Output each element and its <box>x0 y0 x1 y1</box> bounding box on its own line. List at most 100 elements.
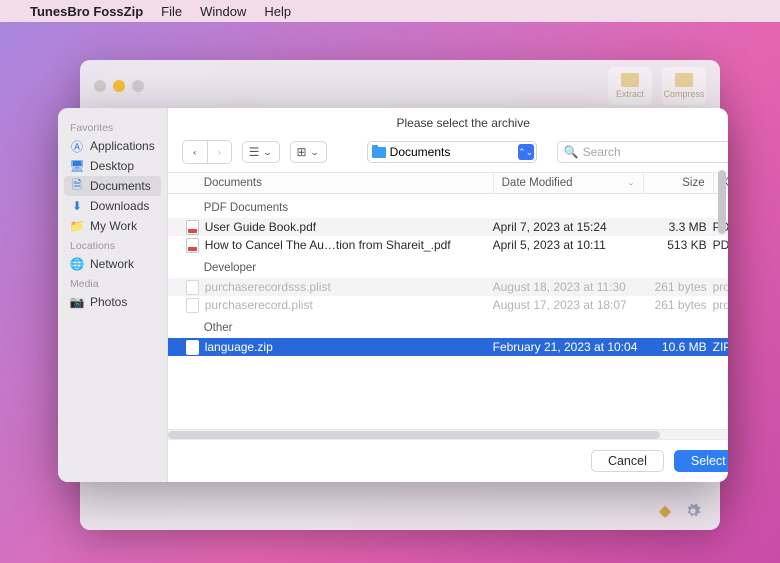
dialog-footer: Cancel Select <box>168 439 728 482</box>
file-row[interactable]: language.zip February 21, 2023 at 10:0410… <box>168 338 728 356</box>
file-zip-icon <box>186 340 199 355</box>
chevron-left-icon: ‹ <box>193 147 197 157</box>
sidebar-item-label: Network <box>90 257 134 271</box>
sidebar-item-downloads[interactable]: ⬇ Downloads <box>64 196 161 216</box>
cancel-button[interactable]: Cancel <box>591 450 664 472</box>
folder-icon: 📁 <box>70 219 84 233</box>
scroll-thumb[interactable] <box>718 170 726 234</box>
column-size[interactable]: Size <box>643 173 713 193</box>
sidebar-item-my-work[interactable]: 📁 My Work <box>64 216 161 236</box>
file-plist-icon <box>186 280 199 295</box>
file-size: 3.3 MB <box>643 220 713 234</box>
sidebar-item-label: Photos <box>90 295 127 309</box>
system-menubar: TunesBro FossZip File Window Help <box>0 0 780 22</box>
file-list[interactable]: PDF Documents User Guide Book.pdf April 7,… <box>168 194 728 439</box>
extract-button: Extract <box>608 67 652 105</box>
close-traffic-icon[interactable] <box>94 80 106 92</box>
sidebar-item-label: Documents <box>90 179 151 193</box>
column-date[interactable]: Date Modified ⌄ <box>493 173 643 193</box>
select-button[interactable]: Select <box>674 450 728 472</box>
forward-button[interactable]: › <box>207 141 231 163</box>
extract-label: Extract <box>616 89 644 99</box>
group-button[interactable]: ⊞⌄ <box>290 141 327 163</box>
sort-chevron-down-icon: ⌄ <box>627 179 635 187</box>
apps-icon: Ⓐ <box>70 139 84 153</box>
zoom-traffic-icon[interactable] <box>132 80 144 92</box>
sidebar-item-applications[interactable]: Ⓐ Applications <box>64 136 161 156</box>
group-header: Developer <box>168 254 728 278</box>
chevron-right-icon: › <box>217 147 221 157</box>
file-name: language.zip <box>205 340 273 354</box>
list-header: Documents Date Modified⌄ Size Kind <box>168 172 728 194</box>
group-header: Other <box>168 314 728 338</box>
sidebar-item-label: Applications <box>90 139 155 153</box>
file-date: April 7, 2023 at 15:24 <box>493 220 643 234</box>
file-row: purchaserecordsss.plist August 18, 2023 a… <box>168 278 728 296</box>
dialog-title: Please select the archive <box>168 108 728 136</box>
search-field[interactable]: 🔍 <box>557 141 728 163</box>
column-date-label: Date Modified <box>502 177 573 189</box>
file-row[interactable]: How to Cancel The Au…tion from Shareit_.… <box>168 236 728 254</box>
chevron-down-icon: ⌄ <box>262 147 272 157</box>
sidebar-section-label: Media <box>64 274 161 292</box>
file-date: August 17, 2023 at 18:07 <box>493 298 643 312</box>
doc-icon: 🗎 <box>70 179 84 193</box>
view-mode-button[interactable]: ☰⌄ <box>242 141 280 163</box>
file-size: 513 KB <box>643 238 713 252</box>
file-row: purchaserecord.plist August 17, 2023 at 1… <box>168 296 728 314</box>
window-menu[interactable]: Window <box>200 4 246 19</box>
folder-icon <box>372 147 386 158</box>
sidebar-section-label: Favorites <box>64 118 161 136</box>
file-name: User Guide Book.pdf <box>205 220 316 234</box>
file-open-dialog: Favorites Ⓐ Applications 🖥Desktop 🗎 Documents… <box>58 108 728 482</box>
sidebar-item-photos[interactable]: 📷 Photos <box>64 292 161 312</box>
file-row[interactable]: User Guide Book.pdf April 7, 2023 at 15:2… <box>168 218 728 236</box>
network-icon: 🌐 <box>70 257 84 271</box>
dialog-main: Please select the archive ‹ › ☰⌄ ⊞⌄ Docu… <box>168 108 728 482</box>
location-select[interactable]: Documents ⌃⌄ <box>367 141 537 163</box>
help-menu[interactable]: Help <box>264 4 291 19</box>
photos-icon: 📷 <box>70 295 84 309</box>
vertical-scrollbar[interactable] <box>716 170 728 442</box>
chevron-down-icon: ⌄ <box>310 147 320 157</box>
back-button[interactable]: ‹ <box>183 141 207 163</box>
dropdown-icon: ⌃⌄ <box>518 144 534 160</box>
sidebar-item-documents[interactable]: 🗎 Documents <box>64 176 161 196</box>
compress-label: Compress <box>663 89 704 99</box>
list-view-icon: ☰ <box>249 145 260 159</box>
dialog-toolbar: ‹ › ☰⌄ ⊞⌄ Documents ⌃⌄ 🔍 <box>168 136 728 172</box>
traffic-lights[interactable] <box>94 80 144 92</box>
file-name: purchaserecord.plist <box>205 298 313 312</box>
file-plist-icon <box>186 298 199 313</box>
file-name: purchaserecordsss.plist <box>205 280 331 294</box>
file-size: 261 bytes <box>643 280 713 294</box>
file-date: April 5, 2023 at 10:11 <box>493 238 643 252</box>
file-date: February 21, 2023 at 10:04 <box>493 340 643 354</box>
file-date: August 18, 2023 at 11:30 <box>493 280 643 294</box>
location-label: Documents <box>390 145 451 159</box>
scroll-thumb[interactable] <box>168 431 660 439</box>
nav-buttons: ‹ › <box>182 140 232 164</box>
sidebar-item-label: Downloads <box>90 199 149 213</box>
sidebar: Favorites Ⓐ Applications 🖥Desktop 🗎 Documents… <box>58 108 168 482</box>
grid-icon: ⊞ <box>297 145 307 159</box>
file-menu[interactable]: File <box>161 4 182 19</box>
diamond-icon[interactable]: ◆ <box>656 502 674 520</box>
search-input[interactable] <box>583 145 728 159</box>
column-name[interactable]: Documents <box>168 173 493 193</box>
minimize-traffic-icon[interactable] <box>113 80 125 92</box>
group-header: PDF Documents <box>168 194 728 218</box>
compress-button: Compress <box>662 67 706 105</box>
gear-icon[interactable] <box>684 502 702 520</box>
app-menu[interactable]: TunesBro FossZip <box>30 4 143 19</box>
sidebar-item-network[interactable]: 🌐 Network <box>64 254 161 274</box>
sidebar-section-label: Locations <box>64 236 161 254</box>
sidebar-item-label: My Work <box>90 219 137 233</box>
file-pdf-icon <box>186 238 199 253</box>
sidebar-item-desktop[interactable]: 🖥Desktop <box>64 156 161 176</box>
file-size: 10.6 MB <box>643 340 713 354</box>
desktop-icon: 🖥 <box>70 159 84 173</box>
file-name: How to Cancel The Au…tion from Shareit_.… <box>205 238 451 252</box>
horizontal-scrollbar[interactable] <box>168 429 728 439</box>
download-icon: ⬇ <box>70 199 84 213</box>
